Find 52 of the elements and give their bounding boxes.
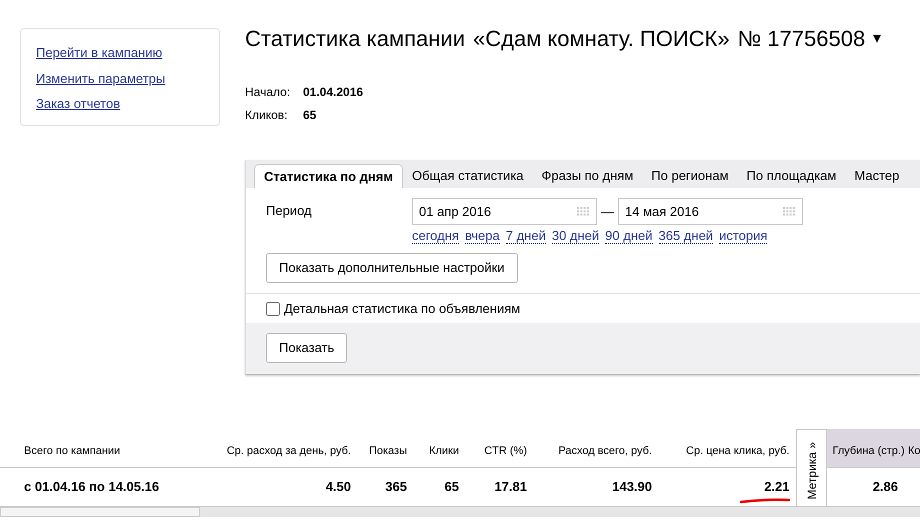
settings-button[interactable]: Показать дополнительные настройки bbox=[266, 253, 518, 283]
column-header: CTR (%) bbox=[465, 429, 533, 468]
table-cell: 65 bbox=[444, 479, 459, 494]
table-cell: 143.90 bbox=[612, 479, 652, 494]
column-header: Ко bbox=[904, 429, 920, 468]
period-link[interactable]: сегодня bbox=[412, 229, 459, 244]
sidebar-link[interactable]: Изменить параметры bbox=[36, 68, 166, 88]
checkbox-label: Детальная статистика по объявлениям bbox=[284, 300, 520, 318]
show-button[interactable]: Показать bbox=[266, 333, 348, 363]
tab[interactable]: Общая статистика bbox=[403, 164, 533, 188]
table-cell-text: 2.21 bbox=[764, 478, 790, 496]
column-header: Ср. расход за день, руб. bbox=[215, 429, 357, 468]
info-value: 01.04.2016 bbox=[303, 84, 364, 102]
period-label: Период bbox=[266, 202, 313, 220]
column-header: Клики bbox=[413, 429, 465, 468]
column-header: Расход всего, руб. bbox=[533, 429, 658, 468]
page-title: Статистика кампании bbox=[245, 27, 465, 52]
tab[interactable]: Фразы по дням bbox=[532, 164, 642, 188]
scrollbar-thumb[interactable] bbox=[0, 506, 200, 517]
period-link[interactable]: 365 дней bbox=[658, 229, 714, 244]
sidebar-link[interactable]: Перейти в кампанию bbox=[36, 43, 162, 62]
period-link[interactable]: 30 дней bbox=[552, 229, 600, 244]
tab[interactable]: Статистика по дням bbox=[254, 164, 403, 188]
tab[interactable]: Мастер bbox=[845, 164, 908, 188]
column-header: Показы bbox=[357, 429, 413, 468]
tab[interactable]: По площадкам bbox=[738, 164, 846, 188]
underline-mark bbox=[740, 498, 790, 504]
table-cell: 17.81 bbox=[494, 479, 527, 494]
date-field[interactable]: 01 апр 2016 bbox=[412, 198, 597, 226]
date-separator: — bbox=[601, 202, 614, 221]
table-cell: 365 bbox=[385, 479, 407, 494]
table-cell: 2.86 bbox=[872, 479, 898, 494]
campaign-number: № 17756508 bbox=[738, 27, 866, 52]
info-value: 65 bbox=[303, 107, 316, 124]
calendar-icon[interactable] bbox=[577, 207, 590, 216]
table-cell: 4.50 bbox=[326, 479, 351, 494]
detail-checkbox[interactable] bbox=[266, 302, 280, 316]
table-cell: с 01.04.16 по 14.05.16 bbox=[24, 479, 160, 494]
campaign-name: «Сдам комнату. ПОИСК» bbox=[473, 27, 730, 52]
info-label: Кликов: bbox=[245, 107, 288, 124]
info-label: Начало: bbox=[245, 84, 292, 102]
period-link[interactable]: 7 дней bbox=[506, 229, 546, 244]
period-link[interactable]: история bbox=[719, 229, 768, 244]
sidebar-link[interactable]: Заказ отчетов bbox=[36, 94, 120, 114]
period-link[interactable]: 90 дней bbox=[605, 229, 652, 244]
column-header: Глубина (стр.) bbox=[826, 429, 904, 468]
tab[interactable]: По регионам bbox=[642, 164, 738, 188]
period-link[interactable]: вчера bbox=[464, 229, 500, 244]
caret-icon[interactable]: ▾ bbox=[873, 30, 882, 48]
column-header: Всего по кампании bbox=[0, 429, 215, 468]
date-field[interactable]: 14 мая 2016 bbox=[618, 198, 803, 226]
calendar-icon[interactable] bbox=[783, 207, 796, 216]
